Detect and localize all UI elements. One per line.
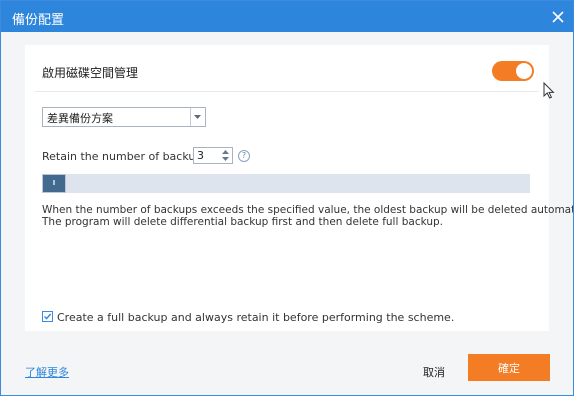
cancel-button[interactable]: 取消 [423,364,445,380]
close-icon [552,11,564,23]
retain-backups-value[interactable]: 3 [197,149,204,162]
backup-scheme-value: 差異備份方案 [47,112,113,125]
ok-button[interactable]: 確定 [468,354,550,381]
question-circle-icon[interactable]: ? [238,150,250,162]
backup-count-slider[interactable] [42,174,530,193]
mouse-pointer-icon [543,82,555,99]
chevron-down-icon [194,115,201,119]
title-bar: 備份配置 [1,1,573,32]
full-backup-checkbox-label[interactable]: Create a full backup and always retain i… [57,311,454,324]
checkmark-icon [44,313,52,320]
description-line-2: The program will delete differential bac… [42,216,444,228]
retain-backups-label: Retain the number of backups: [42,150,212,163]
divider [35,91,539,92]
retain-backups-stepper[interactable]: 3 [193,147,233,164]
backup-config-dialog: 備份配置 啟用磁碟空間管理 差異備份方案 Retain the number o… [0,0,574,396]
dialog-title: 備份配置 [12,13,65,28]
disk-space-management-toggle[interactable] [492,61,534,81]
close-button[interactable] [547,6,569,28]
slider-thumb[interactable] [43,175,65,192]
triangle-down-icon[interactable] [221,156,230,162]
description-line-1: When the number of backups exceeds the s… [42,204,574,216]
section-title: 啟用磁碟空間管理 [42,66,139,80]
settings-panel: 啟用磁碟空間管理 差異備份方案 Retain the number of bac… [25,45,573,331]
select-separator [190,108,191,126]
triangle-up-icon[interactable] [221,149,230,155]
full-backup-checkbox[interactable] [42,311,53,322]
backup-scheme-select[interactable]: 差異備份方案 [42,107,206,127]
toggle-knob [516,63,532,79]
learn-more-link[interactable]: 了解更多 [25,364,69,380]
slider-thumb-grip [53,180,55,185]
